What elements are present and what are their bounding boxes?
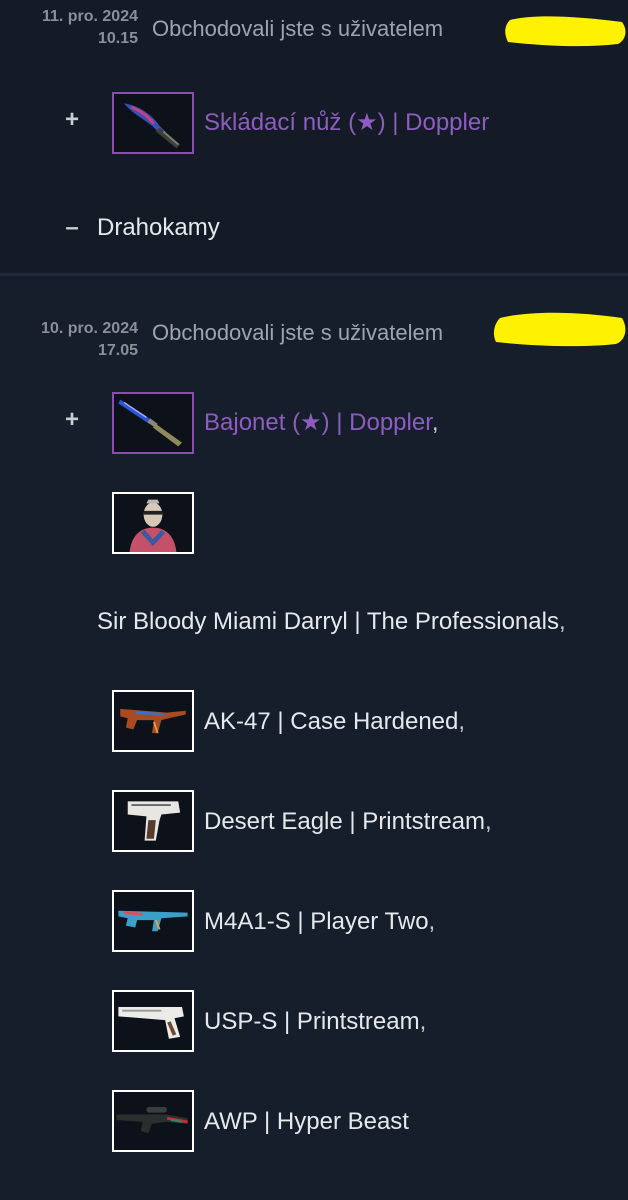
usps-image[interactable] — [112, 990, 194, 1052]
desert-eagle-image[interactable] — [112, 790, 194, 852]
given-item-text: Drahokamy — [97, 214, 220, 241]
item-name[interactable]: Bajonet (★) | Doppler, — [204, 408, 439, 437]
given-sign: – — [65, 214, 79, 241]
item-name-text: AK-47 | Case Hardened — [204, 708, 459, 735]
awp-image[interactable] — [112, 1090, 194, 1152]
trade-date: 11. pro. 2024 10.15 — [0, 6, 138, 50]
m4a1s-image[interactable] — [112, 890, 194, 952]
item-name-text: Bajonet (★) | Doppler — [204, 409, 432, 436]
time-text: 10.15 — [97, 30, 138, 47]
date-text: 11. pro. 2024 — [41, 8, 138, 25]
received-sign: + — [64, 406, 79, 433]
ak47-image[interactable] — [112, 690, 194, 752]
date-text: 10. pro. 2024 — [41, 320, 138, 337]
item-name[interactable]: USP-S | Printstream, — [204, 1008, 426, 1036]
trade-entry-2: 10. pro. 2024 17.05 Obchodovali jste s u… — [0, 276, 628, 1200]
item-name-text: Sir Bloody Miami Darryl | The Profession… — [97, 608, 559, 635]
trade-entry-1: 11. pro. 2024 10.15 Obchodovali jste s u… — [0, 0, 628, 273]
item-separator: , — [485, 808, 492, 835]
bayonet-doppler-image[interactable] — [112, 392, 194, 454]
item-separator: , — [431, 409, 439, 436]
time-text: 17.05 — [97, 342, 138, 359]
item-separator: , — [458, 708, 466, 735]
trade-description: Obchodovali jste s uživatelem — [152, 320, 444, 345]
item-name-text: M4A1-S | Player Two — [204, 908, 429, 935]
item-name[interactable]: M4A1-S | Player Two, — [204, 908, 435, 936]
item-separator: , — [558, 608, 566, 635]
trade-date: 10. pro. 2024 17.05 — [0, 318, 138, 362]
knife-doppler-image[interactable] — [112, 92, 194, 154]
item-name[interactable]: AK-47 | Case Hardened, — [204, 708, 465, 736]
item-name-text: USP-S | Printstream — [204, 1008, 420, 1035]
redaction-mark — [493, 312, 626, 347]
redaction-mark — [505, 16, 626, 47]
item-name[interactable]: Skládací nůž (★) | Doppler — [204, 108, 489, 137]
received-sign: + — [64, 106, 79, 133]
trade-description: Obchodovali jste s uživatelem — [152, 16, 444, 41]
item-name[interactable]: Desert Eagle | Printstream, — [204, 808, 492, 836]
item-name[interactable]: Sir Bloody Miami Darryl | The Profession… — [97, 608, 566, 636]
item-name-text: Desert Eagle | Printstream — [204, 808, 486, 835]
item-separator: , — [428, 908, 436, 935]
item-separator: , — [419, 1008, 427, 1035]
item-name[interactable]: AWP | Hyper Beast — [204, 1108, 409, 1136]
agent-image[interactable] — [112, 492, 194, 554]
